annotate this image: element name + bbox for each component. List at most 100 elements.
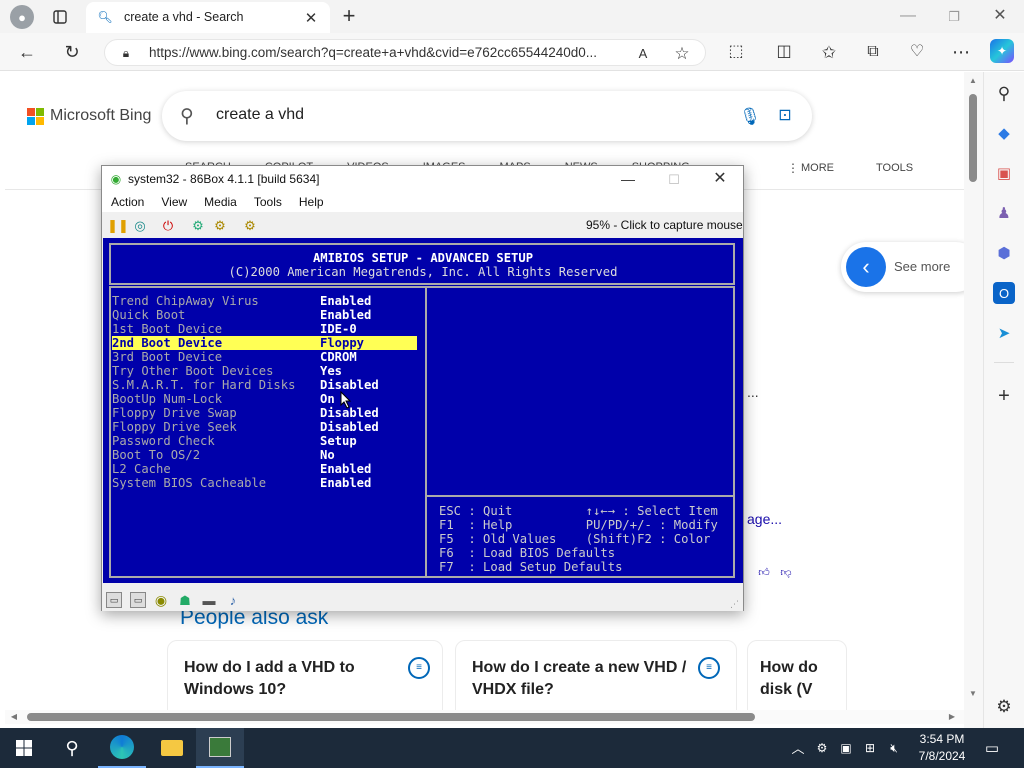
notifications-icon[interactable]: ▭ xyxy=(982,738,1002,758)
86box-taskbar-icon[interactable] xyxy=(196,728,244,768)
thumbs-down-icon[interactable]: 👎︎ xyxy=(779,566,793,580)
url-text[interactable]: https://www.bing.com/search?q=create+a+v… xyxy=(149,45,619,60)
microphone-icon[interactable]: 🎙︎ xyxy=(739,105,761,127)
hard-disk-icon[interactable]: ▬ xyxy=(201,592,217,608)
hscroll-thumb[interactable] xyxy=(27,713,755,721)
nav-tools[interactable]: TOOLS xyxy=(876,162,913,174)
bios-setting-value[interactable]: Yes xyxy=(320,364,342,378)
thumbs-up-icon[interactable]: 👍︎ xyxy=(757,566,771,580)
minimize-icon[interactable]: — xyxy=(898,8,918,24)
scroll-right-icon[interactable]: ▶ xyxy=(947,712,957,722)
edge-taskbar-icon[interactable] xyxy=(98,728,146,768)
people-icon[interactable]: ♟ xyxy=(993,202,1015,224)
scroll-down-icon[interactable]: ▼ xyxy=(967,689,979,699)
file-explorer-icon[interactable] xyxy=(148,728,196,768)
bios-setting-value[interactable]: CDROM xyxy=(320,350,357,364)
show-hidden-icons[interactable]: ︿ xyxy=(790,740,806,756)
menu-view[interactable]: View xyxy=(161,195,187,209)
sound-icon[interactable]: ♪ xyxy=(225,592,241,608)
snippet-link-tail[interactable]: age... xyxy=(747,511,782,527)
add-favorite-icon[interactable]: ☆ xyxy=(672,44,692,62)
taskbar-search-icon[interactable]: ⚲ xyxy=(48,728,96,768)
nav-more[interactable]: MORE xyxy=(801,162,834,174)
browser-essentials-icon[interactable]: ♡ xyxy=(906,42,928,62)
start-button[interactable] xyxy=(0,728,48,768)
chat-bubble-icon[interactable]: ≡ xyxy=(408,657,430,679)
network-icon[interactable]: ☗ xyxy=(177,592,193,608)
outlook-icon[interactable]: O xyxy=(993,282,1015,304)
floppy-drive-icon[interactable]: ▭ xyxy=(130,592,146,608)
horizontal-scrollbar[interactable]: ◀ ▶ xyxy=(5,710,964,724)
bios-setting-value[interactable]: Enabled xyxy=(320,308,371,322)
refresh-icon[interactable]: ↻ xyxy=(61,42,83,62)
read-aloud-icon[interactable]: A xyxy=(633,44,653,62)
cdrom-icon[interactable]: ◉ xyxy=(153,592,169,608)
tab-active[interactable]: 🔍︎ create a vhd - Search ✕ xyxy=(86,2,330,33)
shopping-tag-icon[interactable]: ◆ xyxy=(993,122,1015,144)
bios-setting-value[interactable]: Disabled xyxy=(320,378,379,392)
see-more-pill[interactable]: ‹ See more xyxy=(841,242,964,292)
tray-security-icon[interactable]: ▣ xyxy=(838,740,854,756)
bios-setting-value[interactable]: No xyxy=(320,448,335,462)
bios-setting-value[interactable]: Enabled xyxy=(320,294,371,308)
close-window-icon[interactable]: ✕ xyxy=(990,8,1010,24)
vm-maximize-icon[interactable]: ☐ xyxy=(664,169,684,189)
close-tab-icon[interactable]: ✕ xyxy=(302,9,320,27)
clock-date[interactable]: 7/8/2024 xyxy=(914,749,970,763)
office-icon[interactable]: ⬢ xyxy=(993,242,1015,264)
paa-card[interactable]: How do I create a new VHD / VHDX file? ≡ xyxy=(455,640,737,712)
network-tray-icon[interactable]: ⊞ xyxy=(862,740,878,756)
menu-help[interactable]: Help xyxy=(299,195,324,209)
bios-screen[interactable]: AMIBIOS SETUP - ADVANCED SETUP (C)2000 A… xyxy=(103,238,743,583)
visual-search-icon[interactable]: ⊡ xyxy=(774,105,796,127)
split-screen-icon[interactable]: ◫ xyxy=(773,42,795,62)
copilot-icon[interactable]: ✦ xyxy=(990,39,1014,63)
settings-gear-icon[interactable]: ⚙ xyxy=(993,695,1015,717)
bios-setting-value[interactable]: Floppy xyxy=(320,336,364,350)
scroll-up-icon[interactable]: ▲ xyxy=(967,76,979,86)
pause-icon[interactable]: ❚❚ xyxy=(107,217,129,233)
collections-icon[interactable]: ⧉ xyxy=(862,42,884,62)
new-tab-button[interactable]: + xyxy=(338,5,360,27)
resize-grip-icon[interactable]: ⋰ xyxy=(730,599,739,610)
bing-logo[interactable]: Microsoft Bing xyxy=(27,107,151,125)
settings-icon[interactable]: ⚙ xyxy=(212,217,228,233)
toolbox-icon[interactable]: ▣ xyxy=(993,162,1015,184)
ctrl-alt-del-icon[interactable]: ◎ xyxy=(132,217,148,233)
menu-tools[interactable]: Tools xyxy=(254,195,282,209)
bios-setting-value[interactable]: IDE-0 xyxy=(320,322,357,336)
more-menu-icon[interactable]: ⋯ xyxy=(950,42,972,62)
profile-icon[interactable]: ● xyxy=(10,5,34,29)
hard-reset-icon[interactable]: ⚙ xyxy=(190,217,206,233)
scroll-thumb[interactable] xyxy=(969,94,977,182)
bios-setting-value[interactable]: Disabled xyxy=(320,420,379,434)
paa-card[interactable]: How do disk (V xyxy=(747,640,847,712)
tray-app-icon[interactable]: ⚙ xyxy=(814,740,830,756)
menu-action[interactable]: Action xyxy=(111,195,144,209)
search-icon[interactable]: ⚲ xyxy=(993,82,1015,104)
power-icon[interactable]: ⏻ xyxy=(160,217,176,233)
extensions-icon[interactable]: ⬚ xyxy=(725,42,747,62)
bios-setting-value[interactable]: On xyxy=(320,392,335,406)
back-icon[interactable]: ← xyxy=(16,42,38,62)
search-box[interactable]: ⚲ create a vhd 🎙︎ ⊡ xyxy=(162,91,812,141)
volume-muted-icon[interactable]: 🔇︎ xyxy=(886,740,902,756)
chat-bubble-icon[interactable]: ≡ xyxy=(698,657,720,679)
machine-settings-icon[interactable]: ⚙ xyxy=(242,217,258,233)
floppy-drive-icon[interactable]: ▭ xyxy=(106,592,122,608)
tab-actions-icon[interactable] xyxy=(50,7,70,27)
send-icon[interactable]: ➤ xyxy=(993,322,1015,344)
favorites-icon[interactable]: ✩ xyxy=(818,42,840,62)
vm-close-icon[interactable]: ✕ xyxy=(710,169,730,189)
menu-media[interactable]: Media xyxy=(204,195,237,209)
add-icon[interactable]: + xyxy=(993,385,1015,407)
clock-time[interactable]: 3:54 PM xyxy=(914,732,970,746)
bios-setting-value[interactable]: Enabled xyxy=(320,476,371,490)
search-input[interactable]: create a vhd xyxy=(216,106,304,124)
bios-setting-value[interactable]: Enabled xyxy=(320,462,371,476)
address-bar[interactable]: 🔒︎ https://www.bing.com/search?q=create+… xyxy=(104,39,706,66)
paa-card[interactable]: How do I add a VHD to Windows 10? ≡ xyxy=(167,640,443,712)
restore-icon[interactable]: ❐ xyxy=(944,8,964,24)
scroll-left-icon[interactable]: ◀ xyxy=(9,712,19,722)
bios-setting-value[interactable]: Setup xyxy=(320,434,357,448)
